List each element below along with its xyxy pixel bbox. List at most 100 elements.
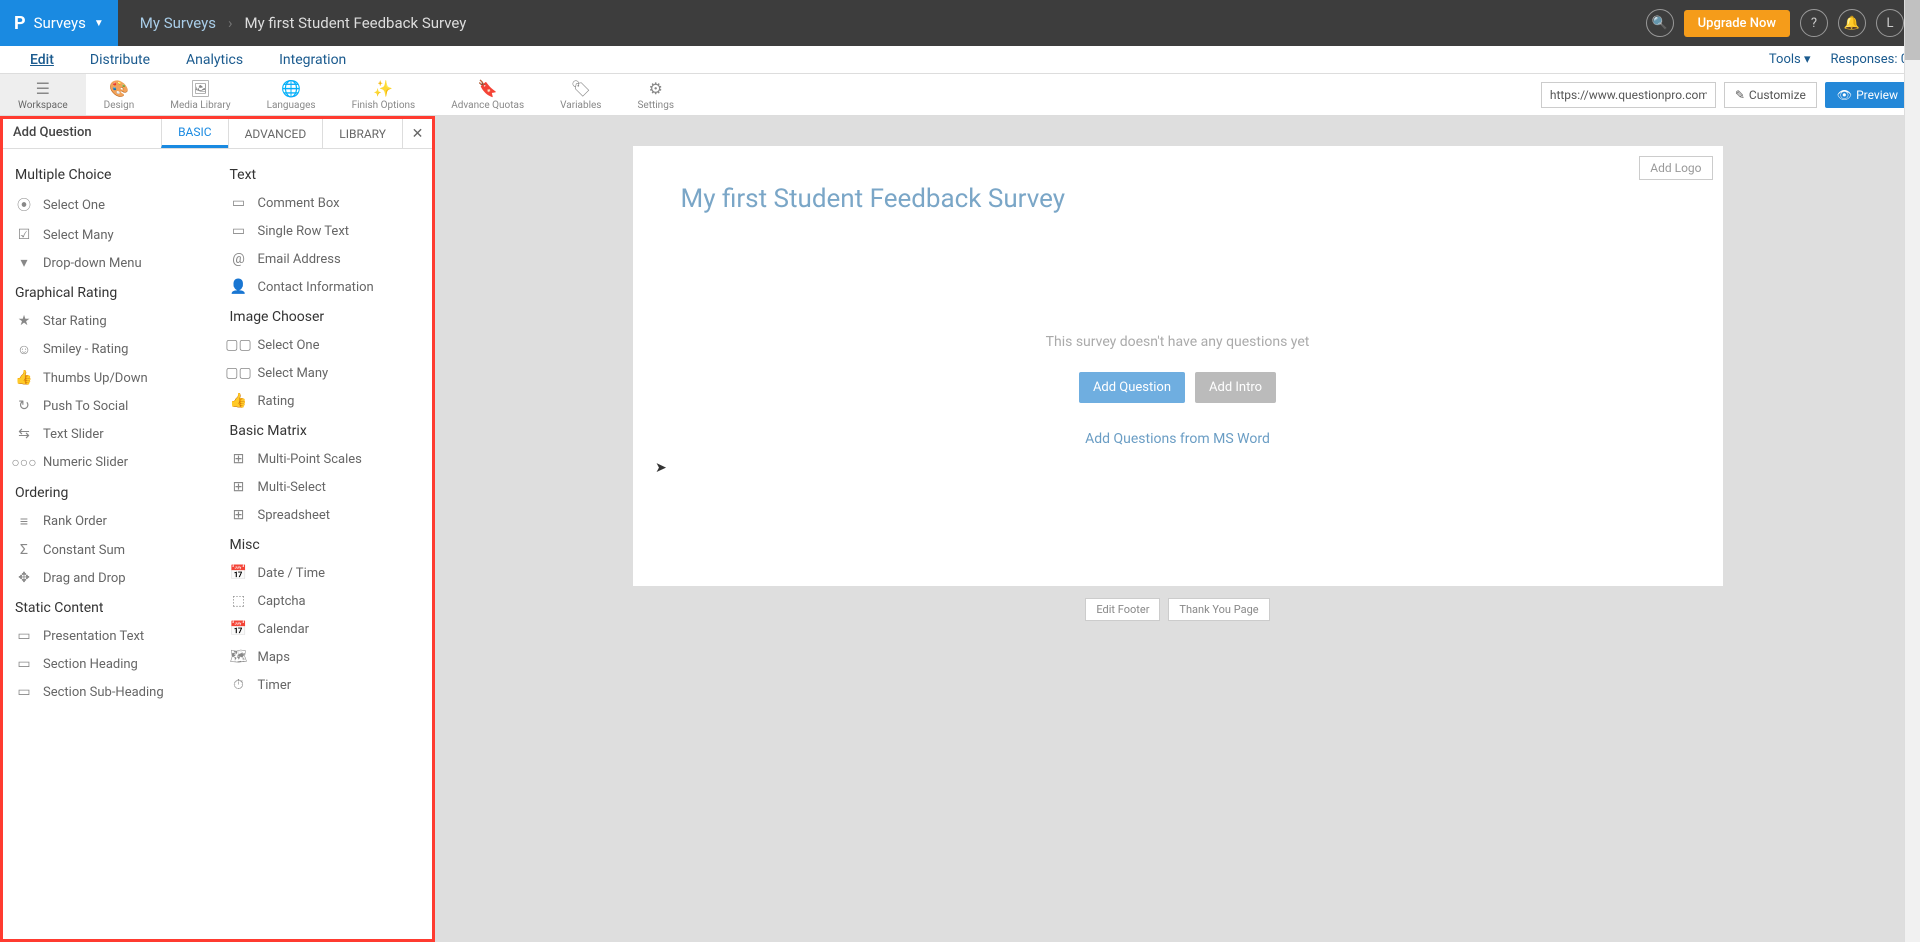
tool-finish-options[interactable]: ✨Finish Options (334, 74, 434, 115)
question-type-thumbs-up-down[interactable]: 👍Thumbs Up/Down (13, 364, 208, 392)
question-type-timer[interactable]: ⏱Timer (228, 671, 423, 699)
customize-button[interactable]: ✎ Customize (1724, 82, 1817, 108)
tab-basic[interactable]: BASIC (161, 119, 228, 148)
question-type-multi-point-scales[interactable]: ⊞Multi-Point Scales (228, 445, 423, 473)
bell-icon[interactable]: 🔔 (1838, 9, 1866, 37)
survey-title[interactable]: My first Student Feedback Survey (633, 146, 1723, 234)
question-type-multi-select[interactable]: ⊞Multi-Select (228, 473, 423, 501)
app-launcher[interactable]: P Surveys ▼ (0, 0, 118, 46)
question-type-push-to-social[interactable]: ↻ Push To Social (13, 392, 208, 420)
tool-design[interactable]: 🎨Design (86, 74, 153, 115)
add-from-msword-link[interactable]: Add Questions from MS Word (1085, 431, 1270, 447)
panel-header: Add Question BASICADVANCEDLIBRARY ✕ (3, 119, 432, 149)
question-type-label: Select One (258, 338, 320, 353)
question-type-select-many[interactable]: ▢▢Select Many (228, 359, 423, 387)
tool-advance-quotas[interactable]: 🔖Advance Quotas (433, 74, 542, 115)
question-type-constant-sum[interactable]: ΣConstant Sum (13, 536, 208, 564)
question-type-single-row-text[interactable]: ▭Single Row Text (228, 217, 423, 245)
nav-item-distribute[interactable]: Distribute (72, 47, 168, 73)
email-address-icon: @ (230, 251, 248, 267)
single-row-text-icon: ▭ (230, 223, 248, 239)
tool-label: Media Library (170, 100, 230, 111)
tools-dropdown[interactable]: Tools ▾ (1769, 52, 1811, 67)
tool-media-library[interactable]: 🖼 Media Library (152, 74, 248, 115)
question-type-captcha[interactable]: ⬚Captcha (228, 587, 423, 615)
question-type-section-heading[interactable]: ▭Section Heading (13, 650, 208, 678)
question-type-date-time[interactable]: 📅Date / Time (228, 559, 423, 587)
question-type-numeric-slider[interactable]: ○○○Numeric Slider (13, 448, 208, 477)
question-type-select-many[interactable]: ☑Select Many (13, 221, 208, 249)
question-type-smiley-rating[interactable]: ☺Smiley - Rating (13, 335, 208, 364)
scrollbar[interactable] (1904, 0, 1920, 942)
chevron-right-icon: › (228, 14, 233, 32)
tab-advanced[interactable]: ADVANCED (228, 119, 323, 148)
top-bar: P Surveys ▼ My Surveys › My first Studen… (0, 0, 1920, 46)
question-type-section-sub-heading[interactable]: ▭Section Sub-Heading (13, 678, 208, 706)
question-type-comment-box[interactable]: ▭Comment Box (228, 189, 423, 217)
tool-label: Design (104, 100, 135, 111)
captcha-icon: ⬚ (230, 593, 248, 609)
question-type-presentation-text[interactable]: ▭Presentation Text (13, 622, 208, 650)
question-type-calendar[interactable]: 📅Calendar (228, 615, 423, 643)
add-question-button[interactable]: Add Question (1079, 372, 1185, 403)
upgrade-button[interactable]: Upgrade Now (1684, 10, 1790, 37)
presentation-text-icon: ▭ (15, 628, 33, 644)
question-type-drop-down-menu[interactable]: ▾Drop-down Menu (13, 249, 208, 277)
user-avatar[interactable]: L (1876, 9, 1904, 37)
category-header: Multiple Choice (13, 159, 208, 189)
select-many-icon: ▢▢ (230, 365, 248, 381)
breadcrumb-link[interactable]: My Surveys (140, 14, 216, 32)
tool-workspace[interactable]: ☰Workspace (0, 74, 86, 115)
survey-url-input[interactable] (1541, 82, 1716, 108)
timer-icon: ⏱ (230, 677, 248, 693)
tool-settings[interactable]: ⚙Settings (619, 74, 692, 115)
select-one-icon: ⦿ (15, 195, 33, 215)
numeric-slider-icon: ○○○ (15, 454, 33, 471)
question-type-select-one[interactable]: ▢▢Select One (228, 331, 423, 359)
question-type-contact-information[interactable]: 👤Contact Information (228, 273, 423, 301)
thank-you-page-button[interactable]: Thank You Page (1168, 598, 1269, 621)
advance-quotas-icon: 🔖 (478, 79, 498, 98)
workspace-icon: ☰ (36, 79, 50, 98)
question-type-label: Spreadsheet (258, 508, 331, 523)
question-type-email-address[interactable]: @Email Address (228, 245, 423, 273)
add-intro-button[interactable]: Add Intro (1195, 372, 1276, 403)
main-area: Add Question BASICADVANCEDLIBRARY ✕ Mult… (0, 116, 1920, 942)
contact-information-icon: 👤 (230, 279, 248, 295)
question-type-rating[interactable]: 👍Rating (228, 387, 423, 415)
rating-icon: 👍 (230, 393, 248, 409)
nav-item-analytics[interactable]: Analytics (168, 47, 261, 73)
question-type-star-rating[interactable]: ★Star Rating (13, 307, 208, 335)
search-icon[interactable]: 🔍 (1646, 9, 1674, 37)
media-library-icon: 🖼 (190, 79, 210, 98)
add-logo-button[interactable]: Add Logo (1639, 156, 1712, 180)
question-type-rank-order[interactable]: ≡Rank Order (13, 507, 208, 536)
help-icon[interactable]: ? (1800, 9, 1828, 37)
section-heading-icon: ▭ (15, 656, 33, 672)
question-type-label: Push To Social (43, 399, 128, 414)
app-name: Surveys (34, 14, 86, 32)
preview-button[interactable]: 👁 Preview (1825, 82, 1910, 108)
multi-point-scales-icon: ⊞ (230, 451, 248, 467)
tab-library[interactable]: LIBRARY (322, 119, 402, 148)
question-type-label: Maps (258, 650, 290, 665)
panel-col-left: Multiple Choice⦿Select One☑Select Many▾D… (3, 159, 218, 706)
question-type-maps[interactable]: 🗺Maps (228, 643, 423, 671)
logo-icon: P (14, 13, 26, 34)
push-to-social-icon: ↻ (15, 398, 33, 414)
tool-variables[interactable]: 🏷Variables (542, 74, 619, 115)
close-icon[interactable]: ✕ (402, 119, 432, 148)
nav-item-integration[interactable]: Integration (261, 47, 364, 73)
toolbar-right: ✎ Customize 👁 Preview (1541, 74, 1920, 115)
tool-languages[interactable]: 🌐Languages (249, 74, 334, 115)
nav-item-edit[interactable]: Edit (12, 47, 72, 73)
question-type-drag-and-drop[interactable]: ✥Drag and Drop (13, 564, 208, 592)
edit-footer-button[interactable]: Edit Footer (1085, 598, 1160, 621)
question-type-label: Thumbs Up/Down (43, 371, 148, 386)
question-type-spreadsheet[interactable]: ⊞Spreadsheet (228, 501, 423, 529)
question-type-select-one[interactable]: ⦿Select One (13, 189, 208, 221)
responses-count[interactable]: Responses: 0 (1831, 52, 1909, 67)
canvas-footer: Edit Footer Thank You Page (447, 586, 1908, 633)
question-type-text-slider[interactable]: ⇆Text Slider (13, 420, 208, 448)
category-header: Misc (228, 529, 423, 559)
